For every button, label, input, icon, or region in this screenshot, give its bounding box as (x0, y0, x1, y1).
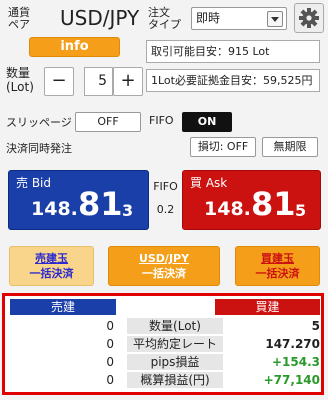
ask-price-pips: 81 (251, 185, 296, 223)
table-row-pips-pl: 0 pips損益 +154.3 (10, 354, 320, 370)
ask-price-panel[interactable]: 買 Ask 148. 81 5 (182, 170, 321, 230)
table-row-quantity: 0 数量(Lot) 5 (10, 318, 320, 334)
stoploss-toggle[interactable]: 損切: OFF (190, 137, 256, 157)
row-label: pips損益 (127, 354, 223, 370)
ask-price-fraction: 5 (295, 201, 307, 220)
order-type-select[interactable]: 即時 (191, 7, 287, 30)
settings-button[interactable] (294, 3, 324, 33)
fifo-toggle[interactable]: ON (182, 112, 232, 132)
pair-label: 通貨 ペア (8, 6, 30, 31)
order-type-value: 即時 (196, 11, 221, 25)
ask-label: 買 Ask (190, 176, 228, 190)
sell-positions-settle-button[interactable]: 売建玉 一括決済 (9, 246, 94, 286)
spread-value: 0.2 (156, 203, 175, 216)
sell-quantity: 0 (10, 318, 114, 334)
buy-positions-settle-button[interactable]: 買建玉 一括決済 (235, 246, 320, 286)
fifo-indicator: FIFO (153, 180, 178, 193)
bid-price-fraction: 3 (122, 201, 134, 220)
buy-pips-pl: +154.3 (271, 355, 320, 369)
buy-estimated-pl: +77,140 (263, 373, 320, 387)
row-label: 数量(Lot) (127, 318, 223, 334)
gear-icon (299, 8, 319, 28)
tradable-lot-info: 取引可能目安：915 Lot (146, 40, 320, 63)
order-panel: 通貨 ペア USD/JPY info 注文 タイプ 即時 数量 (Lot) − … (0, 0, 328, 400)
chevron-down-icon (267, 11, 283, 27)
lot-minus-button[interactable]: − (44, 67, 74, 96)
buy-avg-rate: 147.270 (265, 337, 320, 351)
settle-order-label: 決済同時発注 (6, 142, 72, 155)
slippage-toggle[interactable]: OFF (75, 112, 141, 132)
lot-plus-button[interactable]: + (113, 67, 143, 96)
sell-avg-rate: 0 (10, 336, 114, 352)
table-row-avg-rate: 0 平均約定レート 147.270 (10, 336, 320, 352)
pair-settle-all-button[interactable]: USD/JPY 一括決済 (108, 246, 220, 286)
buy-quantity: 5 (311, 319, 320, 333)
bid-price-main: 148. (31, 198, 78, 220)
currency-pair: USD/JPY (60, 6, 140, 30)
slippage-label: スリッページ (6, 116, 72, 129)
ask-price-main: 148. (204, 198, 251, 220)
buy-positions-header: 買建 (215, 299, 320, 315)
info-button[interactable]: info (29, 37, 120, 57)
row-label: 概算損益(円) (127, 372, 223, 388)
sell-pips-pl: 0 (10, 354, 114, 370)
table-row-estimated-pl: 0 概算損益(円) +77,140 (10, 372, 320, 388)
bid-label: 売 Bid (16, 176, 51, 190)
row-label: 平均約定レート (127, 336, 223, 352)
bid-price-pips: 81 (78, 185, 123, 223)
fifo-label: FIFO (149, 114, 174, 127)
sell-positions-header: 売建 (10, 299, 116, 315)
lot-label: 数量 (Lot) (6, 66, 34, 94)
expiry-toggle[interactable]: 無期限 (262, 137, 318, 157)
order-type-label: 注文 タイプ (148, 6, 181, 31)
required-margin-info: 1Lot必要証拠金目安：59,525円 (146, 69, 320, 92)
bid-price-panel[interactable]: 売 Bid 148. 81 3 (8, 170, 149, 230)
lot-quantity-input[interactable]: 5 (84, 67, 113, 96)
sell-estimated-pl: 0 (10, 372, 114, 388)
